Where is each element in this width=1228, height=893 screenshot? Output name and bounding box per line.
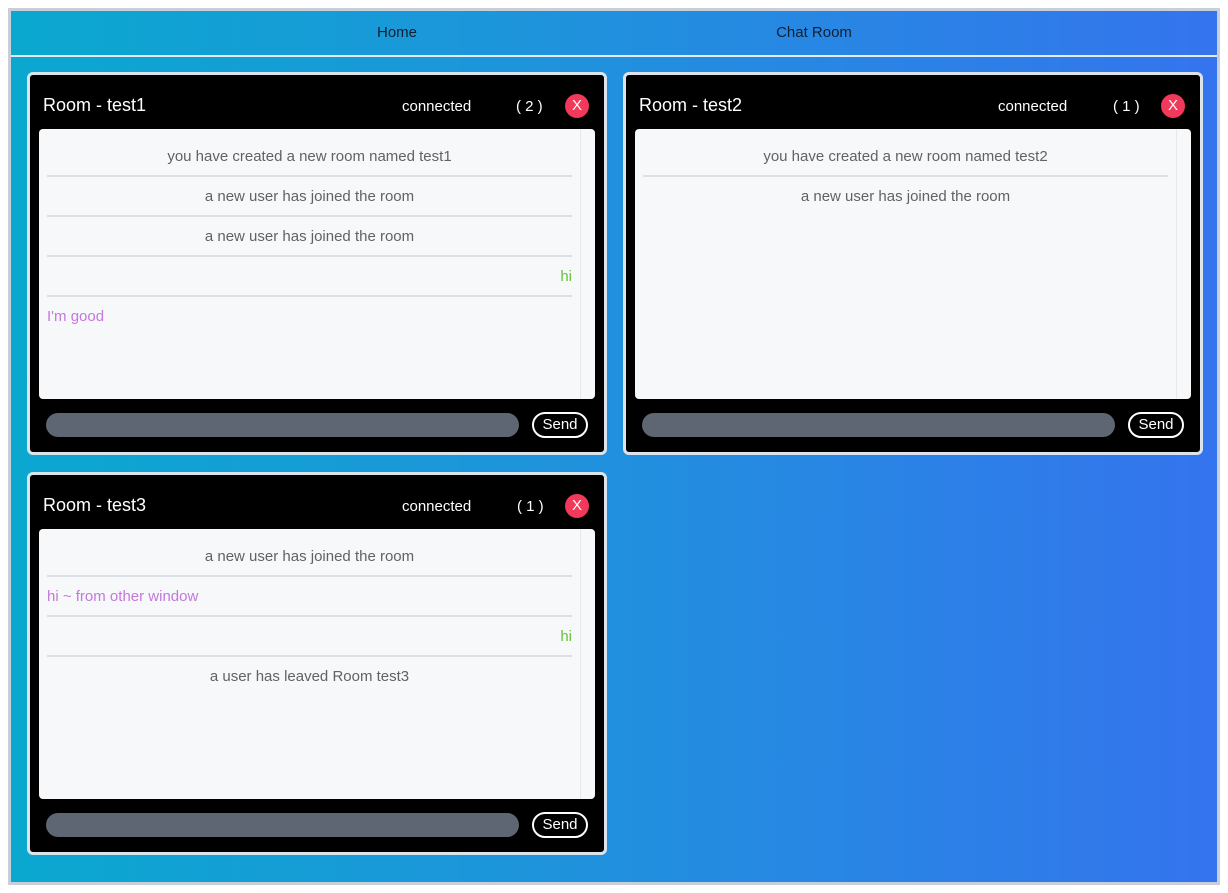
message-list: you have created a new room named test2 …: [635, 129, 1191, 399]
send-button[interactable]: Send: [1128, 412, 1184, 438]
close-room-button[interactable]: X: [565, 494, 589, 518]
room-card-test1: Room - test1 connected ( 2 ) X you have …: [27, 72, 607, 455]
user-count: ( 1 ): [1113, 98, 1140, 115]
message-list: you have created a new room named test1 …: [39, 129, 595, 399]
message-input[interactable]: [46, 413, 519, 437]
user-count: ( 2 ): [516, 98, 543, 115]
app-frame: Home Chat Room Room - test1 connected ( …: [8, 8, 1220, 885]
message-item: you have created a new room named test1: [47, 137, 572, 177]
connection-status: connected: [402, 498, 472, 515]
message-item: hi ~ from other window: [47, 577, 572, 617]
nav-chat-room-link[interactable]: Chat Room: [776, 24, 852, 41]
connection-status: connected: [998, 98, 1068, 115]
message-item: hi: [47, 257, 572, 297]
message-item: a new user has joined the room: [47, 537, 572, 577]
close-room-button[interactable]: X: [1161, 94, 1185, 118]
message-list: a new user has joined the room hi ~ from…: [39, 529, 595, 799]
room-title: Room - test2: [639, 95, 743, 115]
message-item: you have created a new room named test2: [643, 137, 1168, 177]
message-input[interactable]: [642, 413, 1115, 437]
room-title: Room - test1: [43, 95, 147, 115]
close-room-button[interactable]: X: [565, 94, 589, 118]
message-item: a user has leaved Room test3: [209, 668, 410, 685]
message-item: hi: [47, 617, 572, 657]
send-button[interactable]: Send: [532, 412, 588, 438]
send-button[interactable]: Send: [532, 812, 588, 838]
nav-home-link[interactable]: Home: [377, 24, 417, 41]
message-item: I'm good: [47, 308, 105, 325]
scrollbar-track[interactable]: [580, 129, 581, 399]
scrollbar-track[interactable]: [1176, 129, 1177, 399]
room-card-test2: Room - test2 connected ( 1 ) X you have …: [623, 72, 1203, 455]
room-title: Room - test3: [43, 495, 147, 515]
user-count: ( 1 ): [517, 498, 544, 515]
message-item: a new user has joined the room: [800, 188, 1011, 205]
message-item: a new user has joined the room: [47, 177, 572, 217]
top-nav: Home Chat Room: [11, 11, 1217, 57]
scrollbar-track[interactable]: [580, 529, 581, 799]
message-input[interactable]: [46, 813, 519, 837]
room-card-test3: Room - test3 connected ( 1 ) X a new use…: [27, 472, 607, 855]
message-item: a new user has joined the room: [47, 217, 572, 257]
connection-status: connected: [402, 98, 472, 115]
